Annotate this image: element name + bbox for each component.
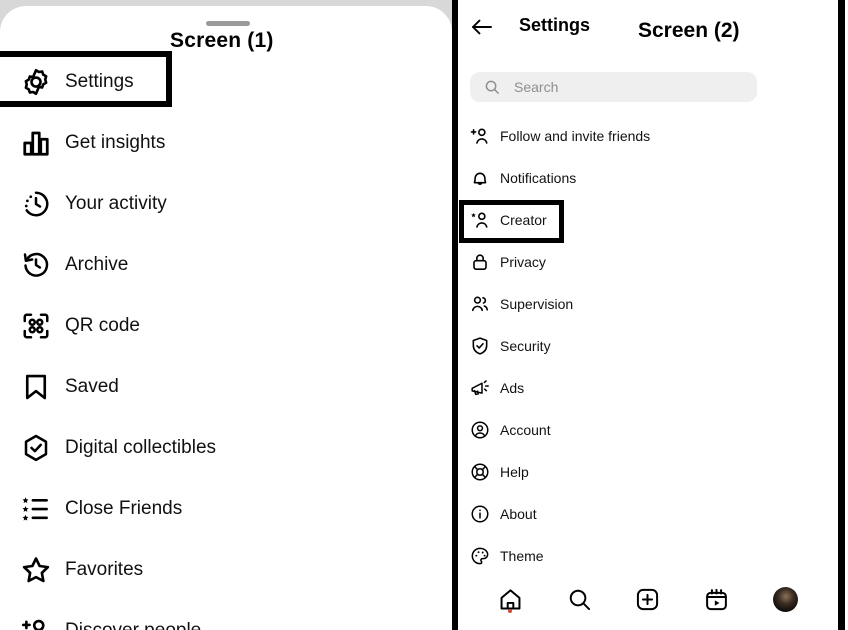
bottom-navigation-bar — [458, 576, 838, 622]
settings-item-label: Creator — [500, 212, 547, 228]
menu-item-label: Settings — [65, 70, 134, 92]
settings-item-label: Security — [500, 338, 551, 354]
nav-home-button[interactable] — [476, 576, 545, 622]
menu-item-favorites[interactable]: Favorites — [0, 539, 452, 600]
menu-item-your-activity[interactable]: Your activity — [0, 173, 452, 234]
menu-item-label: Your activity — [65, 192, 167, 214]
bar-chart-icon — [21, 128, 51, 158]
star-list-icon — [21, 494, 51, 524]
search-input[interactable]: Search — [470, 72, 757, 102]
screen-2-annotation-label: Screen (2) — [638, 19, 740, 42]
settings-item-creator[interactable]: Creator — [458, 199, 838, 243]
hexagon-check-icon — [21, 433, 51, 463]
menu-item-qr-code[interactable]: QR code — [0, 295, 452, 356]
info-circle-icon — [470, 504, 490, 524]
screen-1-annotation-label: Screen (1) — [170, 29, 274, 52]
shield-check-icon — [470, 336, 490, 356]
drag-handle[interactable] — [206, 21, 250, 26]
menu-item-discover-people[interactable]: Discover people — [0, 600, 452, 630]
back-arrow-icon[interactable] — [470, 16, 494, 38]
menu-item-saved[interactable]: Saved — [0, 356, 452, 417]
menu-item-close-friends[interactable]: Close Friends — [0, 478, 452, 539]
settings-item-account[interactable]: Account — [458, 409, 838, 451]
settings-item-ads[interactable]: Ads — [458, 367, 838, 409]
right-frame-border — [838, 0, 845, 630]
nav-profile-button[interactable] — [751, 576, 820, 622]
search-icon — [569, 589, 590, 610]
bookmark-icon — [21, 372, 51, 402]
right-panel-screen-2: Settings Screen (2) Search Follow and in… — [458, 0, 838, 630]
activity-clock-icon — [21, 189, 51, 219]
settings-menu-list: Follow and invite friends Notifications — [458, 115, 838, 577]
menu-item-label: Digital collectibles — [65, 436, 217, 458]
home-icon — [500, 588, 521, 609]
settings-item-security[interactable]: Security — [458, 325, 838, 367]
two-people-icon — [470, 294, 490, 314]
person-plus-icon — [21, 616, 51, 630]
gear-icon — [21, 67, 51, 97]
settings-item-supervision[interactable]: Supervision — [458, 283, 838, 325]
settings-item-about[interactable]: About — [458, 493, 838, 535]
settings-item-follow-and-invite-friends[interactable]: Follow and invite friends — [458, 115, 838, 157]
settings-item-help[interactable]: Help — [458, 451, 838, 493]
bell-icon — [470, 168, 490, 188]
screenshot-root: Screen (1) Settings Get insights Your ac… — [0, 0, 848, 630]
search-icon — [484, 79, 500, 95]
settings-item-label: Supervision — [500, 296, 574, 312]
settings-item-label: About — [500, 506, 537, 522]
profile-menu-list: Settings Get insights Your activity Arch… — [0, 51, 452, 630]
megaphone-icon — [470, 378, 490, 398]
nav-search-button[interactable] — [545, 576, 614, 622]
menu-item-label: Saved — [65, 375, 119, 397]
settings-item-privacy[interactable]: Privacy — [458, 241, 838, 283]
settings-item-label: Account — [500, 422, 551, 438]
menu-item-label: QR code — [65, 314, 140, 336]
settings-item-label: Help — [500, 464, 529, 480]
nav-create-button[interactable] — [614, 576, 683, 622]
account-circle-icon — [470, 420, 490, 440]
settings-item-label: Theme — [500, 548, 544, 564]
menu-item-label: Close Friends — [65, 497, 183, 519]
menu-item-archive[interactable]: Archive — [0, 234, 452, 295]
settings-item-label: Notifications — [500, 170, 577, 186]
settings-item-theme[interactable]: Theme — [458, 535, 838, 577]
menu-item-label: Get insights — [65, 131, 166, 153]
reels-icon — [706, 588, 728, 610]
panel-divider — [452, 0, 458, 630]
menu-item-settings[interactable]: Settings — [0, 51, 452, 112]
menu-item-label: Favorites — [65, 558, 144, 580]
lock-icon — [470, 252, 490, 272]
archive-clock-back-icon — [21, 250, 51, 280]
search-placeholder: Search — [514, 79, 559, 95]
page-title: Settings — [519, 15, 591, 35]
profile-avatar-icon — [773, 586, 799, 612]
qr-code-icon — [21, 311, 51, 341]
home-notification-dot — [508, 609, 513, 613]
menu-item-digital-collectibles[interactable]: Digital collectibles — [0, 417, 452, 478]
star-icon — [21, 555, 51, 585]
left-panel-screen-1: Screen (1) Settings Get insights Your ac… — [0, 0, 452, 630]
settings-item-label: Ads — [500, 380, 525, 396]
settings-item-label: Privacy — [500, 254, 546, 270]
palette-icon — [470, 546, 490, 566]
menu-item-label: Discover people — [65, 619, 202, 630]
person-star-icon — [470, 210, 490, 230]
profile-menu-sheet: Screen (1) Settings Get insights Your ac… — [0, 6, 452, 630]
menu-item-label: Archive — [65, 253, 129, 275]
settings-item-notifications[interactable]: Notifications — [458, 157, 838, 199]
person-plus-icon — [470, 126, 490, 146]
nav-reels-button[interactable] — [682, 576, 751, 622]
create-plus-icon — [637, 588, 659, 610]
lifebuoy-icon — [470, 462, 490, 482]
menu-item-get-insights[interactable]: Get insights — [0, 112, 452, 173]
settings-item-label: Follow and invite friends — [500, 128, 651, 144]
